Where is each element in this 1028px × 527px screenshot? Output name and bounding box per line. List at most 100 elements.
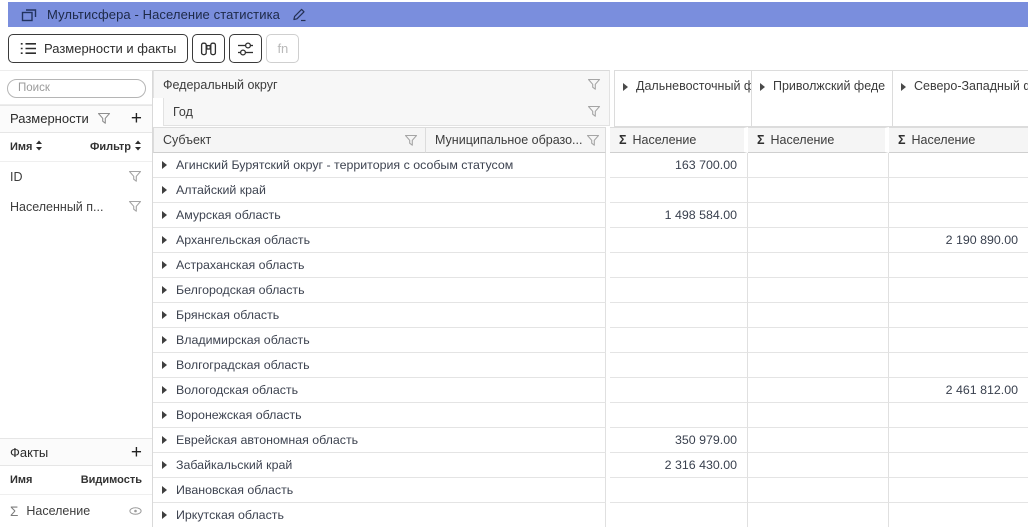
column-group-far-eastern[interactable]: Дальневосточный ф <box>614 70 752 127</box>
expand-triangle-icon[interactable] <box>162 286 167 294</box>
value-cell-far-eastern[interactable] <box>610 303 748 328</box>
value-cell-northwestern[interactable] <box>889 353 1028 378</box>
value-cell-northwestern[interactable] <box>889 303 1028 328</box>
dimension-item-settlement[interactable]: Населенный п... <box>0 192 152 222</box>
expand-triangle-icon[interactable] <box>162 411 167 419</box>
expand-triangle-icon[interactable] <box>162 461 167 469</box>
measure-header-population-2[interactable]: Σ Население <box>748 127 889 153</box>
search-binoculars-button[interactable] <box>192 34 225 63</box>
measure-header-population-3[interactable]: Σ Население <box>889 127 1028 153</box>
settings-sliders-button[interactable] <box>229 34 262 63</box>
value-cell-northwestern[interactable] <box>889 478 1028 503</box>
value-cell-far-eastern[interactable] <box>610 253 748 278</box>
column-header-municipal[interactable]: Муниципальное образо... <box>426 127 606 153</box>
row-header-cell[interactable]: Иркутская область <box>153 503 606 527</box>
expand-triangle-icon[interactable] <box>162 236 167 244</box>
filter-icon[interactable] <box>128 170 142 183</box>
dimensions-col-name[interactable]: Имя <box>10 140 43 153</box>
filter-icon[interactable] <box>128 200 142 213</box>
filter-icon[interactable] <box>587 105 601 118</box>
value-cell-northwestern[interactable] <box>889 328 1028 353</box>
edit-title-icon[interactable] <box>291 7 307 22</box>
row-header-cell[interactable]: Амурская область <box>153 203 606 228</box>
value-cell-northwestern[interactable] <box>889 253 1028 278</box>
fact-item-population[interactable]: Σ Население <box>0 495 152 527</box>
expand-triangle-icon[interactable] <box>162 161 167 169</box>
value-cell-volga[interactable] <box>748 203 889 228</box>
value-cell-far-eastern[interactable] <box>610 178 748 203</box>
facts-col-name[interactable]: Имя <box>10 474 32 486</box>
value-cell-far-eastern[interactable] <box>610 228 748 253</box>
value-cell-far-eastern[interactable]: 1 498 584.00 <box>610 203 748 228</box>
value-cell-volga[interactable] <box>748 378 889 403</box>
value-cell-volga[interactable] <box>748 403 889 428</box>
value-cell-volga[interactable] <box>748 153 889 178</box>
value-cell-far-eastern[interactable] <box>610 278 748 303</box>
value-cell-far-eastern[interactable] <box>610 403 748 428</box>
row-dim-federal-district[interactable]: Федеральный округ <box>153 70 610 98</box>
filter-icon[interactable] <box>97 112 111 125</box>
dimensions-facts-button[interactable]: Размерности и факты <box>8 34 188 63</box>
filter-icon[interactable] <box>587 78 601 91</box>
row-header-cell[interactable]: Воронежская область <box>153 403 606 428</box>
row-header-cell[interactable]: Волгоградская область <box>153 353 606 378</box>
value-cell-far-eastern[interactable] <box>610 478 748 503</box>
dimensions-col-filter[interactable]: Фильтр <box>90 140 142 153</box>
row-header-cell[interactable]: Ивановская область <box>153 478 606 503</box>
value-cell-volga[interactable] <box>748 178 889 203</box>
expand-triangle-icon[interactable] <box>162 336 167 344</box>
row-header-cell[interactable]: Вологодская область <box>153 378 606 403</box>
row-header-cell[interactable]: Белгородская область <box>153 278 606 303</box>
value-cell-northwestern[interactable] <box>889 153 1028 178</box>
expand-triangle-icon[interactable] <box>162 486 167 494</box>
value-cell-volga[interactable] <box>748 353 889 378</box>
column-group-northwestern[interactable]: Северо-Западный ф <box>893 70 1028 127</box>
value-cell-far-eastern[interactable] <box>610 378 748 403</box>
value-cell-volga[interactable] <box>748 328 889 353</box>
expand-triangle-icon[interactable] <box>162 361 167 369</box>
row-header-cell[interactable]: Архангельская область <box>153 228 606 253</box>
expand-triangle-icon[interactable] <box>162 211 167 219</box>
row-header-cell[interactable]: Владимирская область <box>153 328 606 353</box>
value-cell-volga[interactable] <box>748 303 889 328</box>
value-cell-far-eastern[interactable] <box>610 503 748 527</box>
value-cell-volga[interactable] <box>748 428 889 453</box>
row-header-cell[interactable]: Забайкальский край <box>153 453 606 478</box>
expand-triangle-icon[interactable] <box>162 386 167 394</box>
dimension-item-id[interactable]: ID <box>0 162 152 192</box>
row-dim-year[interactable]: Год <box>163 98 610 126</box>
expand-triangle-icon[interactable] <box>162 261 167 269</box>
filter-icon[interactable] <box>400 134 418 147</box>
add-dimension-button[interactable]: + <box>131 109 142 128</box>
row-header-cell[interactable]: Астраханская область <box>153 253 606 278</box>
facts-col-visibility[interactable]: Видимость <box>81 474 142 486</box>
row-header-cell[interactable]: Брянская область <box>153 303 606 328</box>
row-header-cell[interactable]: Агинский Бурятский округ - территория с … <box>153 153 606 178</box>
value-cell-far-eastern[interactable]: 163 700.00 <box>610 153 748 178</box>
value-cell-northwestern[interactable] <box>889 428 1028 453</box>
value-cell-northwestern[interactable] <box>889 403 1028 428</box>
search-input[interactable] <box>7 79 146 98</box>
value-cell-northwestern[interactable] <box>889 178 1028 203</box>
expand-triangle-icon[interactable] <box>162 186 167 194</box>
value-cell-volga[interactable] <box>748 253 889 278</box>
value-cell-northwestern[interactable] <box>889 278 1028 303</box>
column-header-subject[interactable]: Субъект <box>153 127 426 153</box>
value-cell-northwestern[interactable]: 2 190 890.00 <box>889 228 1028 253</box>
value-cell-far-eastern[interactable] <box>610 353 748 378</box>
value-cell-northwestern[interactable] <box>889 503 1028 527</box>
value-cell-northwestern[interactable] <box>889 203 1028 228</box>
value-cell-northwestern[interactable] <box>889 453 1028 478</box>
value-cell-volga[interactable] <box>748 228 889 253</box>
column-group-volga[interactable]: Приволжский феде <box>752 70 893 127</box>
value-cell-volga[interactable] <box>748 478 889 503</box>
expand-triangle-icon[interactable] <box>162 511 167 519</box>
row-header-cell[interactable]: Алтайский край <box>153 178 606 203</box>
expand-triangle-icon[interactable] <box>162 311 167 319</box>
add-fact-button[interactable]: + <box>131 443 142 462</box>
visibility-eye-icon[interactable] <box>129 507 142 515</box>
filter-icon[interactable] <box>582 134 600 147</box>
value-cell-far-eastern[interactable] <box>610 328 748 353</box>
expand-triangle-icon[interactable] <box>162 436 167 444</box>
value-cell-far-eastern[interactable]: 350 979.00 <box>610 428 748 453</box>
